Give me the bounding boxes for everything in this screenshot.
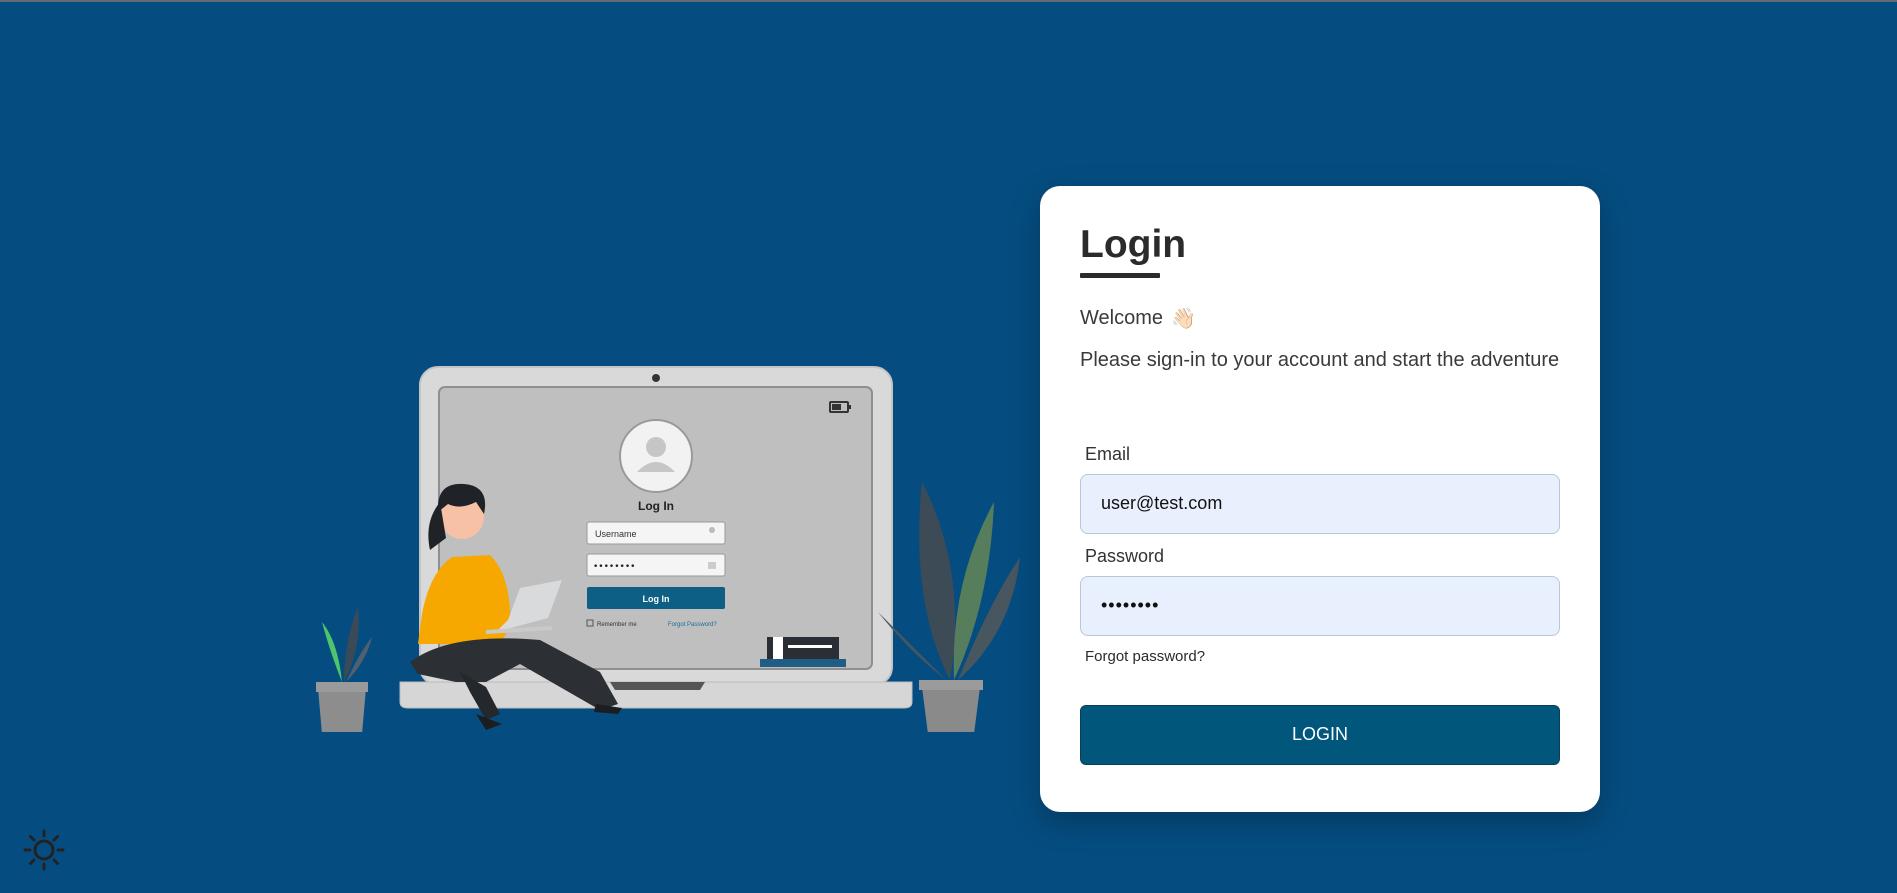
login-subtitle: Please sign-in to your account and start… [1080,348,1560,371]
welcome-text: Welcome [1080,306,1163,329]
email-label: Email [1085,443,1131,464]
illustration-remember: Remember me [597,622,637,628]
welcome-line: Welcome 👋🏻 [1080,306,1560,331]
forgot-password-link[interactable]: Forgot password? [1085,648,1560,665]
login-illustration: Log In Username •••••••• Log In Remember… [316,366,1020,732]
illustration-username: Username [595,529,637,539]
email-field[interactable] [1080,473,1560,534]
login-title: Login [1080,223,1187,266]
title-underline [1080,272,1160,278]
login-button[interactable]: LOGIN [1080,704,1560,765]
illustration-password: •••••••• [593,562,635,572]
password-label: Password [1085,545,1165,566]
illustration-title: Log In [638,499,674,513]
waving-hand-icon: 👋🏻 [1171,307,1196,330]
sun-icon[interactable] [22,828,66,872]
password-field[interactable] [1080,575,1560,636]
illustration-forgot: Forgot Password? [668,622,717,628]
illustration-login-button: Log In [643,594,670,604]
login-card: Login Welcome 👋🏻 Please sign-in to your … [1040,186,1600,812]
